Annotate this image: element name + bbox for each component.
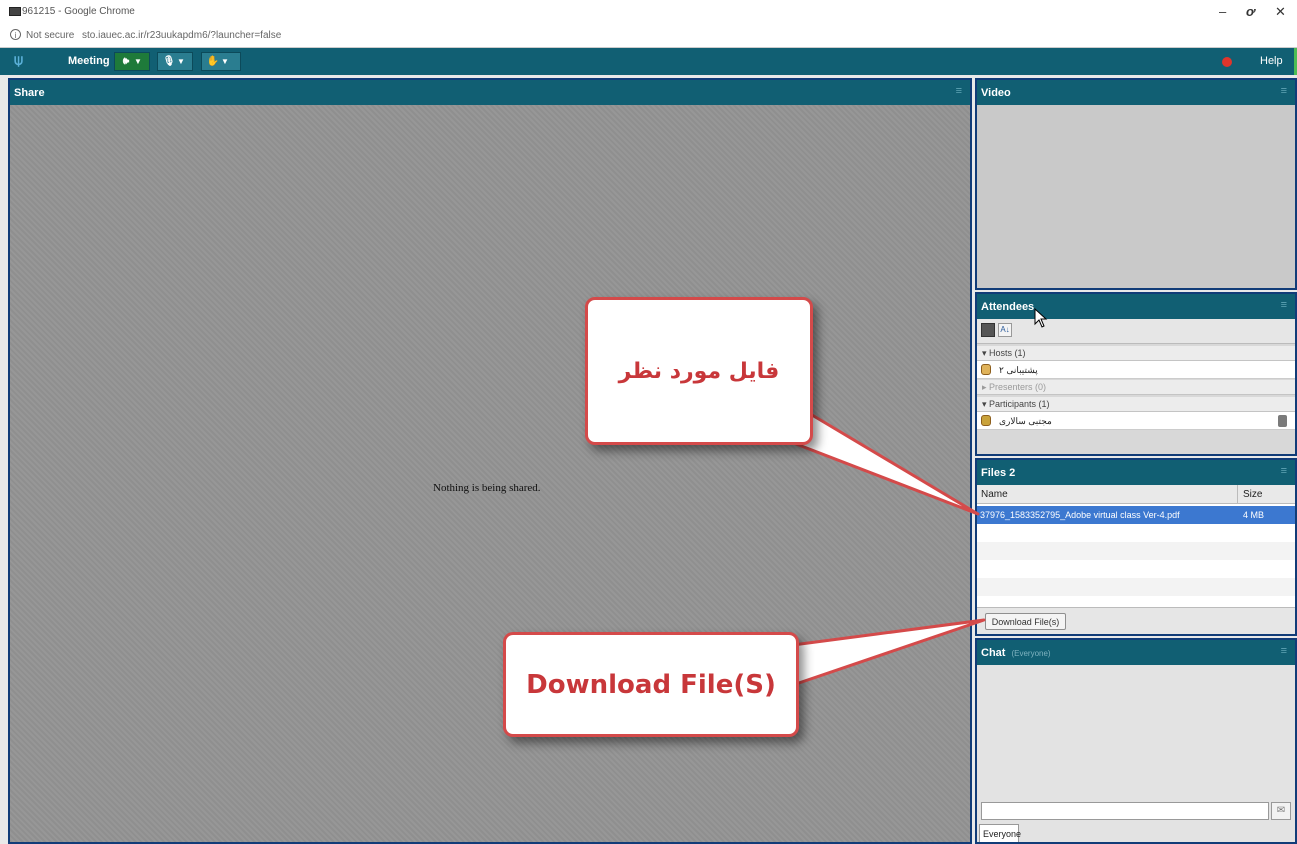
sort-az-icon[interactable]: A↓: [998, 323, 1012, 337]
pod-menu-icon[interactable]: ≡: [956, 85, 962, 97]
record-icon[interactable]: [1222, 57, 1232, 67]
pod-menu-icon[interactable]: ≡: [1281, 299, 1287, 311]
share-pod-title: Share: [14, 87, 45, 99]
files-pod-header: Files 2 ≡: [977, 460, 1295, 485]
files-footer: Download File(s): [977, 607, 1295, 634]
chat-pod-header: Chat (Everyone) ≡: [977, 640, 1295, 665]
list-view-icon[interactable]: [981, 323, 995, 337]
microphone-button[interactable]: 🎙 ▼: [157, 52, 193, 71]
attendee-name: پشتیبانی ۲: [999, 365, 1038, 375]
files-table-header: Name Size: [977, 485, 1295, 504]
participants-group-label: Participants (1): [989, 399, 1050, 409]
adobe-connect-logo-icon: ⍦: [14, 52, 24, 69]
file-callout: فایل مورد نظر: [585, 297, 813, 445]
close-button[interactable]: ✕: [1275, 4, 1286, 20]
attendees-pod: Attendees ≡ A↓ ▾ Hosts (1) پشتیبانی ۲ ▸ …: [975, 292, 1297, 456]
attendees-pod-title: Attendees: [981, 301, 1035, 313]
pod-menu-icon[interactable]: ≡: [1281, 85, 1287, 97]
column-divider: [1237, 485, 1238, 503]
microphone-icon: 🎙: [162, 56, 176, 67]
share-area: Nothing is being shared.: [10, 105, 970, 842]
participant-badge-icon: [981, 415, 991, 426]
empty-row: [977, 578, 1295, 596]
files-list: Name Size 37976_1583352795_Adobe virtual…: [977, 485, 1295, 634]
file-name: 37976_1583352795_Adobe virtual class Ver…: [980, 510, 1180, 520]
share-empty-message: Nothing is being shared.: [433, 482, 541, 494]
status-icon: [1278, 415, 1287, 427]
files-pod: Files 2 ≡ Name Size 37976_1583352795_Ado…: [975, 458, 1297, 636]
chevron-down-icon: ▼: [177, 57, 185, 66]
meeting-menu[interactable]: Meeting: [68, 55, 110, 67]
mouse-cursor-icon: [1034, 308, 1048, 328]
meeting-toolbar: ⍦ Meeting 🕪 ▼ 🎙 ▼ ✋ ▼ Help: [0, 48, 1297, 75]
download-files-button[interactable]: Download File(s): [985, 613, 1066, 630]
presenters-group-label: Presenters (0): [989, 382, 1047, 392]
send-icon: ✉: [1276, 805, 1286, 816]
chevron-down-icon: ▼: [134, 57, 142, 66]
browser-title-bar: 961215 - Google Chrome – ơ ✕: [0, 0, 1297, 24]
restore-button[interactable]: ơ: [1246, 4, 1255, 19]
attendees-list: A↓ ▾ Hosts (1) پشتیبانی ۲ ▸ Presenters (…: [977, 319, 1295, 454]
empty-row: [977, 542, 1295, 560]
chat-pod: Chat (Everyone) ≡ ✉ Everyone: [975, 638, 1297, 844]
file-callout-text: فایل مورد نظر: [618, 358, 780, 384]
attendees-pod-header: Attendees ≡: [977, 294, 1295, 319]
address-bar[interactable]: i Not secure sto.iauec.ac.ir/r23uukapdm6…: [0, 24, 1297, 48]
download-callout: Download File(S): [503, 632, 799, 737]
file-row-selected[interactable]: 37976_1583352795_Adobe virtual class Ver…: [977, 506, 1295, 524]
participants-group[interactable]: ▾ Participants (1): [977, 397, 1295, 412]
hosts-group-label: Hosts (1): [989, 348, 1026, 358]
minimize-button[interactable]: –: [1219, 4, 1226, 19]
column-size-header[interactable]: Size: [1243, 489, 1262, 500]
attendees-view-bar: A↓: [977, 319, 1295, 344]
chat-pod-title-group: Chat (Everyone): [981, 647, 1051, 659]
chat-recipient-tab[interactable]: Everyone: [979, 824, 1021, 842]
hosts-group[interactable]: ▾ Hosts (1): [977, 346, 1295, 361]
attendee-name: مجتبی سالاری: [999, 416, 1052, 426]
video-pod-header: Video ≡: [977, 80, 1295, 105]
security-label: Not secure: [26, 30, 75, 41]
host-badge-icon: [981, 364, 991, 375]
pod-menu-icon[interactable]: ≡: [1281, 465, 1287, 477]
url-text[interactable]: sto.iauec.ac.ir/r23uukapdm6/?launcher=fa…: [82, 30, 281, 41]
chat-input[interactable]: [981, 802, 1269, 820]
window-title: 961215 - Google Chrome: [22, 6, 135, 17]
raise-hand-button[interactable]: ✋ ▼: [201, 52, 241, 71]
speaker-button[interactable]: 🕪 ▼: [114, 52, 150, 71]
chat-pod-title: Chat: [981, 647, 1006, 659]
raise-hand-icon: ✋: [206, 56, 220, 67]
send-message-button[interactable]: ✉: [1271, 802, 1291, 820]
chat-pod-subtitle: (Everyone): [1011, 649, 1051, 658]
video-pod: Video ≡: [975, 78, 1297, 290]
attendee-participant[interactable]: مجتبی سالاری: [977, 412, 1295, 430]
presenters-group[interactable]: ▸ Presenters (0): [977, 380, 1295, 395]
attendee-host[interactable]: پشتیبانی ۲: [977, 361, 1295, 379]
video-area: [977, 105, 1295, 288]
help-menu[interactable]: Help: [1260, 55, 1283, 67]
pod-menu-icon[interactable]: ≡: [1281, 645, 1287, 657]
speaker-icon: 🕪: [122, 56, 130, 67]
chevron-down-icon: ▼: [221, 57, 229, 66]
chat-messages: ✉ Everyone: [977, 665, 1295, 842]
download-callout-text: Download File(S): [526, 669, 776, 700]
column-name-header[interactable]: Name: [981, 489, 1008, 500]
files-pod-title: Files 2: [981, 467, 1016, 479]
share-pod: Share ≡ Nothing is being shared.: [8, 78, 972, 844]
file-size: 4 MB: [1243, 510, 1265, 520]
video-pod-title: Video: [981, 87, 1011, 99]
share-pod-header: Share ≡: [10, 80, 970, 105]
info-icon[interactable]: i: [10, 29, 21, 40]
window-icon: [9, 7, 21, 16]
